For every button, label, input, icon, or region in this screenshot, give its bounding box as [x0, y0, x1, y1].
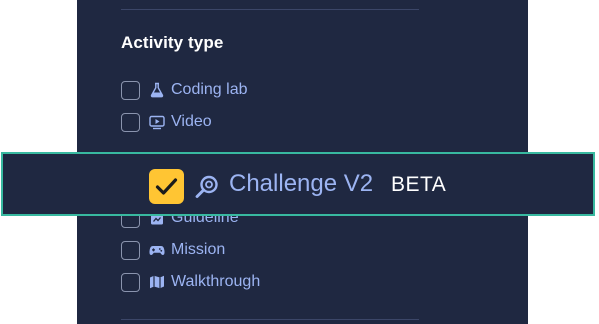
highlight-band-challenge-v2[interactable]: Challenge V2 BETA: [1, 152, 595, 216]
flask-icon: [149, 82, 165, 98]
divider-top: [121, 9, 419, 10]
option-walkthrough[interactable]: Walkthrough: [121, 270, 260, 294]
section-title: Activity type: [121, 33, 224, 52]
divider-bottom: [121, 319, 419, 320]
video-icon: [149, 114, 165, 130]
magnifier-icon: [195, 175, 218, 198]
mission-checkbox[interactable]: [121, 240, 140, 260]
walkthrough-checkbox[interactable]: [121, 272, 140, 292]
coding-lab-label: Coding lab: [171, 81, 248, 98]
gamepad-icon: [149, 242, 165, 258]
mission-label: Mission: [171, 241, 226, 258]
video-label: Video: [171, 113, 212, 130]
beta-badge: BETA: [391, 173, 447, 196]
challenge-v2-checkbox-checked[interactable]: [149, 169, 184, 204]
map-icon: [149, 274, 165, 290]
option-coding-lab[interactable]: Coding lab: [121, 78, 248, 102]
walkthrough-label: Walkthrough: [171, 273, 261, 290]
coding-lab-checkbox[interactable]: [121, 80, 140, 100]
checkmark-icon: [155, 178, 178, 195]
video-checkbox[interactable]: [121, 112, 140, 132]
option-video[interactable]: Video: [121, 110, 212, 134]
challenge-v2-label: Challenge V2: [229, 170, 374, 197]
option-mission[interactable]: Mission: [121, 238, 225, 262]
